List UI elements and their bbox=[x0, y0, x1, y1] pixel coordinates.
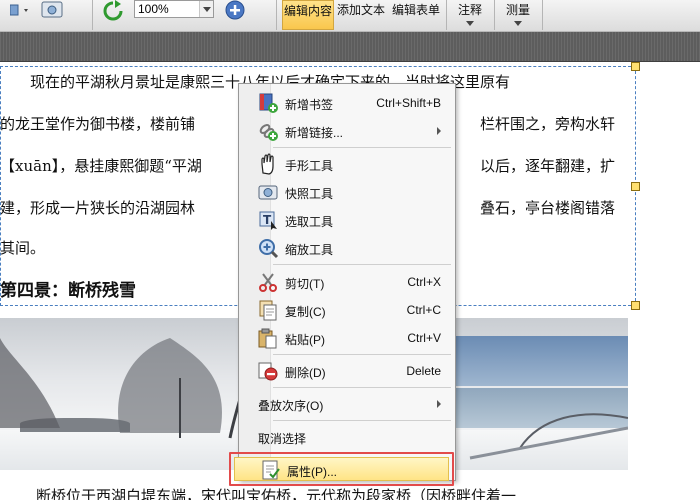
submenu-arrow-icon bbox=[437, 127, 441, 135]
shortcut-label: Ctrl+V bbox=[407, 331, 441, 345]
menu-item-paste[interactable]: 粘贴(P) Ctrl+V bbox=[239, 325, 455, 351]
menu-item-select-tool[interactable]: T 选取工具 bbox=[239, 207, 455, 233]
menu-separator bbox=[273, 387, 451, 388]
zoom-in-icon bbox=[225, 0, 245, 20]
ruler-band bbox=[0, 32, 700, 62]
magnifier-icon bbox=[259, 239, 279, 259]
tab-edit-form[interactable]: 编辑表单 bbox=[390, 0, 442, 30]
menu-item-zoom-tool[interactable]: 缩放工具 bbox=[239, 235, 455, 261]
rotate-button[interactable] bbox=[100, 0, 126, 22]
section-heading: 第四景：断桥残雪 bbox=[0, 281, 136, 301]
tab-edit-form-label: 编辑表单 bbox=[391, 3, 440, 17]
tab-add-text-label: 添加文本 bbox=[336, 3, 385, 17]
copy-icon bbox=[259, 300, 277, 321]
properties-icon bbox=[262, 460, 280, 480]
shortcut-label: Ctrl+X bbox=[407, 275, 441, 289]
menu-item-label: 手形工具 bbox=[285, 159, 334, 173]
hand-icon bbox=[261, 153, 274, 175]
menu-separator bbox=[273, 354, 451, 355]
menu-item-label: 粘贴(P) bbox=[285, 333, 325, 347]
zoom-in-button[interactable] bbox=[222, 0, 248, 22]
resize-handle[interactable] bbox=[631, 301, 640, 310]
tab-measure[interactable]: 测量 bbox=[498, 0, 538, 30]
camera-icon bbox=[258, 185, 278, 200]
delete-icon bbox=[258, 362, 278, 381]
camera-icon bbox=[41, 1, 63, 18]
paragraph-fragment: 栏杆围之，旁构水轩 bbox=[480, 115, 616, 133]
snapshot-button[interactable] bbox=[38, 0, 66, 20]
bookmark-add-icon bbox=[259, 93, 278, 113]
arrow-dropdown-icon bbox=[10, 4, 28, 16]
tab-annotate-label: 注释 bbox=[457, 3, 482, 17]
menu-item-label: 剪切(T) bbox=[285, 277, 325, 291]
submenu-arrow-icon bbox=[437, 400, 441, 408]
context-menu: 新增书签 Ctrl+Shift+B 新增链接... 手形工具 快照工具 T 选取… bbox=[238, 83, 456, 481]
select-arrow-button[interactable] bbox=[10, 3, 32, 21]
zoom-dropdown-arrow[interactable] bbox=[199, 1, 213, 17]
menu-item-new-link[interactable]: 新增链接... bbox=[239, 118, 455, 144]
menu-item-label: 新增链接... bbox=[285, 126, 344, 140]
menu-item-label: 删除(D) bbox=[285, 366, 326, 380]
menu-item-label: 取消选择 bbox=[258, 432, 307, 446]
menu-separator bbox=[273, 420, 451, 421]
chevron-down-icon bbox=[514, 21, 522, 26]
tab-annotate[interactable]: 注释 bbox=[450, 0, 490, 30]
paragraph-line: 断桥位于西湖白堤东端，宋代叫宝佑桥，元代称为段家桥（因桥畔住着一 bbox=[36, 487, 517, 500]
menu-item-label: 叠放次序(O) bbox=[258, 399, 324, 413]
tab-add-text[interactable]: 添加文本 bbox=[336, 0, 386, 30]
toolbar: 100% 编辑内容 添加文本 编辑表单 注释 测量 bbox=[0, 0, 700, 32]
menu-item-stack-order[interactable]: 叠放次序(O) bbox=[239, 391, 455, 417]
menu-item-properties[interactable]: 属性(P)... bbox=[234, 457, 449, 481]
shortcut-label: Ctrl+C bbox=[406, 303, 441, 317]
menu-item-deselect[interactable]: 取消选择 bbox=[239, 424, 455, 450]
menu-item-label: 复制(C) bbox=[285, 305, 326, 319]
menu-item-cut[interactable]: 剪切(T) Ctrl+X bbox=[239, 269, 455, 295]
toolbar-separator bbox=[446, 0, 447, 30]
paragraph-fragment: 以后，逐年翻建，扩 bbox=[480, 157, 616, 175]
toolbar-separator bbox=[542, 0, 543, 30]
shortcut-label: Ctrl+Shift+B bbox=[376, 96, 441, 110]
chevron-down-icon bbox=[466, 21, 474, 26]
svg-text:T: T bbox=[263, 213, 272, 227]
toolbar-separator bbox=[276, 0, 277, 30]
menu-separator bbox=[273, 264, 451, 265]
tab-measure-label: 测量 bbox=[505, 3, 530, 17]
tab-edit-content[interactable]: 编辑内容 bbox=[282, 0, 334, 30]
paste-icon bbox=[258, 328, 277, 349]
text-select-icon: T bbox=[259, 211, 277, 230]
menu-item-label: 快照工具 bbox=[285, 187, 334, 201]
menu-item-label: 缩放工具 bbox=[285, 243, 334, 257]
refresh-icon bbox=[103, 0, 123, 21]
menu-separator bbox=[273, 147, 451, 148]
zoom-level-input[interactable]: 100% bbox=[134, 0, 214, 18]
zoom-level-value: 100% bbox=[138, 2, 169, 16]
menu-item-snapshot-tool[interactable]: 快照工具 bbox=[239, 179, 455, 205]
shortcut-label: Delete bbox=[406, 364, 441, 378]
scissors-icon bbox=[259, 273, 277, 292]
properties-highlight-callout: 属性(P)... bbox=[229, 452, 454, 486]
menu-item-label: 新增书签 bbox=[285, 98, 334, 112]
menu-item-hand-tool[interactable]: 手形工具 bbox=[239, 151, 455, 177]
menu-item-copy[interactable]: 复制(C) Ctrl+C bbox=[239, 297, 455, 323]
resize-handle[interactable] bbox=[631, 182, 640, 191]
toolbar-separator bbox=[92, 0, 93, 30]
toolbar-separator bbox=[494, 0, 495, 30]
menu-item-label: 选取工具 bbox=[285, 215, 334, 229]
menu-item-new-bookmark[interactable]: 新增书签 Ctrl+Shift+B bbox=[239, 90, 455, 116]
tab-edit-content-label: 编辑内容 bbox=[283, 4, 332, 18]
menu-item-label: 属性(P)... bbox=[287, 465, 337, 479]
link-add-icon bbox=[259, 124, 278, 141]
paragraph-fragment: 叠石，亭台楼阁错落 bbox=[480, 199, 616, 217]
menu-item-delete[interactable]: 删除(D) Delete bbox=[239, 358, 455, 384]
